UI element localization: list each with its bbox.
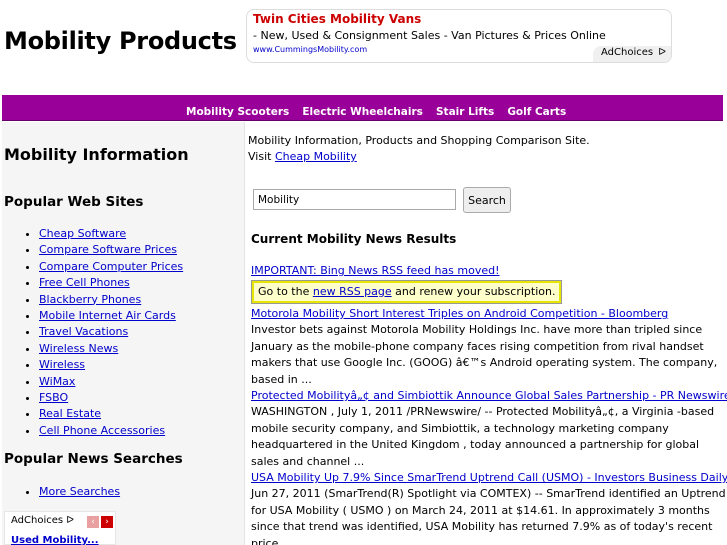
notice-prefix: Go to the [258, 285, 313, 298]
nav-item-electric-wheelchairs: Electric Wheelchairs [302, 100, 423, 119]
ad-url-link[interactable]: www.CummingsMobility.com [253, 45, 367, 54]
list-item: Free Cell Phones [39, 275, 183, 291]
list-item: Motorola Mobility Short Interest Triples… [251, 306, 727, 388]
intro-visit-prefix: Visit [248, 150, 275, 163]
list-item: FSBO [39, 390, 183, 406]
main-content: Mobility Information, Products and Shopp… [248, 122, 727, 545]
rss-notice-link[interactable]: IMPORTANT: Bing News RSS feed has moved! [251, 264, 500, 277]
intro-text: Mobility Information, Products and Shopp… [248, 133, 590, 165]
ad-description: - New, Used & Consignment Sales - Van Pi… [253, 29, 606, 42]
site-link-blackberry-phones[interactable]: Blackberry Phones [39, 293, 141, 306]
news-title-link[interactable]: Motorola Mobility Short Interest Triples… [251, 306, 727, 322]
list-item: Protected Mobilityâ„¢ and Simbiottik Ann… [251, 388, 727, 470]
sidebar-adchoices-label: AdChoices [11, 515, 64, 526]
popular-sites-heading: Popular Web Sites [4, 194, 144, 210]
site-link-mobile-internet-air-cards[interactable]: Mobile Internet Air Cards [39, 309, 176, 322]
site-link-free-cell-phones[interactable]: Free Cell Phones [39, 276, 130, 289]
ad-prev-arrow-icon[interactable]: ‹ [87, 516, 99, 528]
list-item: Compare Software Prices [39, 242, 183, 258]
sidebar: Mobility Information Popular Web Sites C… [2, 122, 245, 545]
search-input[interactable] [253, 189, 456, 210]
intro-visit-line: Visit Cheap Mobility [248, 149, 590, 165]
site-link-wireless-news[interactable]: Wireless News [39, 342, 118, 355]
adchoices-button[interactable]: AdChoices ᐅ [593, 46, 671, 62]
cheap-mobility-link[interactable]: Cheap Mobility [275, 150, 357, 163]
rss-notice-box: Go to the new RSS page and renew your su… [250, 280, 563, 304]
list-item: Cell Phone Accessories [39, 423, 183, 439]
new-rss-page-link[interactable]: new RSS page [313, 285, 392, 298]
list-item: Real Estate [39, 406, 183, 422]
nav-link-electric-wheelchairs[interactable]: Electric Wheelchairs [302, 106, 423, 118]
sidebar-title: Mobility Information [4, 145, 189, 164]
search-button[interactable]: Search [463, 187, 511, 213]
popular-sites-list: Cheap Software Compare Software Prices C… [2, 226, 183, 439]
site-link-travel-vacations[interactable]: Travel Vacations [39, 325, 128, 338]
nav-item-mobility-scooters: Mobility Scooters [186, 100, 289, 119]
top-ad-banner[interactable]: Twin Cities Mobility Vans - New, Used & … [246, 9, 672, 63]
site-link-cheap-software[interactable]: Cheap Software [39, 227, 126, 240]
nav-link-golf-carts[interactable]: Golf Carts [507, 106, 566, 118]
list-item: Mobile Internet Air Cards [39, 308, 183, 324]
list-item: Wireless [39, 357, 183, 373]
list-item: WiMax [39, 374, 183, 390]
site-link-fsbo[interactable]: FSBO [39, 391, 68, 404]
results-heading: Current Mobility News Results [251, 232, 457, 246]
sidebar-ad-link[interactable]: Used Mobility... [11, 535, 99, 545]
news-searches-list: More Searches [2, 484, 120, 500]
site-link-wireless[interactable]: Wireless [39, 358, 85, 371]
site-link-wimax[interactable]: WiMax [39, 375, 75, 388]
list-item: USA Mobility Up 7.9% Since SmarTrend Upt… [251, 470, 727, 545]
site-link-cell-phone-accessories[interactable]: Cell Phone Accessories [39, 424, 165, 437]
news-snippet: WASHINGTON , July 1, 2011 /PRNewswire/ -… [251, 405, 715, 468]
list-item: Travel Vacations [39, 324, 183, 340]
sidebar-ad[interactable]: AdChoices ᐅ ‹ › Used Mobility... [4, 511, 116, 545]
adchoices-label: AdChoices [601, 47, 654, 58]
sidebar-adchoices-button[interactable]: AdChoices ᐅ [11, 515, 74, 526]
more-searches-link[interactable]: More Searches [39, 485, 120, 498]
ad-next-arrow-icon[interactable]: › [101, 516, 113, 528]
news-snippet: Investor bets against Motorola Mobility … [251, 323, 718, 386]
nav-item-stair-lifts: Stair Lifts [436, 100, 494, 119]
notice-suffix: and renew your subscription. [391, 285, 556, 298]
nav-item-golf-carts: Golf Carts [507, 100, 566, 119]
list-item: Compare Computer Prices [39, 259, 183, 275]
nav-link-stair-lifts[interactable]: Stair Lifts [436, 106, 494, 118]
nav-link-mobility-scooters[interactable]: Mobility Scooters [186, 106, 289, 118]
news-results-list: Motorola Mobility Short Interest Triples… [251, 306, 727, 545]
adchoices-icon: ᐅ [658, 47, 666, 58]
main-nav-bar: Mobility Scooters Electric Wheelchairs S… [2, 95, 723, 121]
news-snippet: Jun 27, 2011 (SmarTrend(R) Spotlight via… [251, 487, 726, 545]
intro-line: Mobility Information, Products and Shopp… [248, 134, 590, 147]
list-item: Blackberry Phones [39, 292, 183, 308]
site-link-compare-computer-prices[interactable]: Compare Computer Prices [39, 260, 183, 273]
site-link-real-estate[interactable]: Real Estate [39, 407, 101, 420]
list-item: Cheap Software [39, 226, 183, 242]
news-title-link[interactable]: Protected Mobilityâ„¢ and Simbiottik Ann… [251, 388, 727, 404]
list-item: More Searches [39, 484, 120, 500]
site-title: Mobility Products [4, 27, 237, 55]
list-item: Wireless News [39, 341, 183, 357]
news-searches-heading: Popular News Searches [4, 451, 183, 467]
news-title-link[interactable]: USA Mobility Up 7.9% Since SmarTrend Upt… [251, 470, 727, 486]
adchoices-icon: ᐅ [66, 515, 74, 526]
site-link-compare-software-prices[interactable]: Compare Software Prices [39, 243, 177, 256]
ad-title-link[interactable]: Twin Cities Mobility Vans [253, 12, 421, 26]
